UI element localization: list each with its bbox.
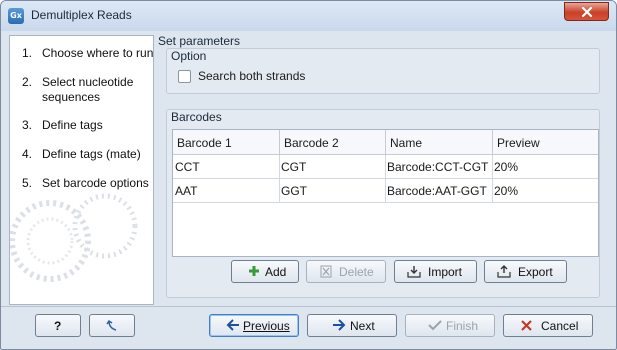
step-label: Choose where to run <box>42 46 154 60</box>
help-button-label: ? <box>54 319 62 333</box>
barcodes-group-title: Barcodes <box>171 110 222 124</box>
close-button[interactable] <box>564 2 609 21</box>
step-label: Define tags <box>42 118 103 132</box>
delete-icon <box>320 265 332 278</box>
settings-panel: Set parameters Option Search both strand… <box>156 32 611 305</box>
barcodes-table: Barcode 1 Barcode 2 Name Preview CCT CGT… <box>172 129 599 257</box>
delete-button[interactable]: Delete <box>306 260 386 283</box>
step-number: 3. <box>22 118 33 132</box>
cell-preview[interactable]: 20% <box>494 160 518 174</box>
previous-button[interactable]: Previous <box>209 314 299 337</box>
arrow-left-icon <box>226 319 239 331</box>
table-row[interactable]: CCT CGT Barcode:CCT-CGT 20% <box>173 155 598 179</box>
close-icon <box>581 7 593 17</box>
table-header: Barcode 1 Barcode 2 Name Preview <box>173 130 598 155</box>
plus-icon <box>249 266 259 276</box>
dialog-content: 1. Choose where to run 2. Select nucleot… <box>6 32 612 306</box>
cancel-button-label: Cancel <box>541 319 579 333</box>
step-number: 2. <box>22 75 33 89</box>
footer-divider <box>1 306 616 307</box>
step-label: Select nucleotide sequences <box>42 75 134 104</box>
delete-button-label: Delete <box>339 265 374 279</box>
export-button[interactable]: Export <box>484 260 567 283</box>
window-title: Demultiplex Reads <box>31 8 132 22</box>
previous-button-label: Previous <box>243 319 290 333</box>
dna-watermark-icon <box>10 193 138 282</box>
table-row[interactable]: AAT GGT Barcode:AAT-GGT 20% <box>173 179 598 203</box>
export-button-label: Export <box>518 265 553 279</box>
undo-icon <box>106 319 117 331</box>
column-header-barcode-1[interactable]: Barcode 1 <box>177 136 232 150</box>
cell-name[interactable]: Barcode:AAT-GGT <box>387 184 487 198</box>
cell-barcode-2[interactable]: CGT <box>281 160 306 174</box>
column-header-name[interactable]: Name <box>390 136 422 150</box>
add-button[interactable]: Add <box>231 260 299 283</box>
import-button[interactable]: Import <box>394 260 477 283</box>
checkmark-icon <box>428 320 442 331</box>
title-bar: Gx Demultiplex Reads <box>1 1 616 31</box>
finish-button[interactable]: Finish <box>405 314 495 337</box>
cancel-icon <box>521 320 532 331</box>
reset-button[interactable] <box>89 314 135 337</box>
import-button-label: Import <box>428 265 463 279</box>
wizard-steps: 1. Choose where to run 2. Select nucleot… <box>9 35 154 305</box>
add-button-label: Add <box>265 265 287 279</box>
help-button[interactable]: ? <box>35 314 81 337</box>
cell-barcode-2[interactable]: GGT <box>281 184 307 198</box>
panel-title: Set parameters <box>158 34 241 48</box>
cell-barcode-1[interactable]: CCT <box>175 160 200 174</box>
import-icon <box>407 266 421 278</box>
next-button-label: Next <box>350 319 375 333</box>
arrow-right-icon <box>333 319 346 331</box>
cell-barcode-1[interactable]: AAT <box>175 184 197 198</box>
app-icon: Gx <box>8 8 24 24</box>
step-number: 4. <box>22 147 33 161</box>
step-label: Define tags (mate) <box>42 147 141 161</box>
cancel-button[interactable]: Cancel <box>503 314 593 337</box>
step-number: 1. <box>22 46 33 60</box>
search-both-strands-label: Search both strands <box>198 69 306 83</box>
option-group-title: Option <box>171 49 207 63</box>
dialog-window: Gx Demultiplex Reads 1. Choose where to … <box>0 0 617 350</box>
column-header-preview[interactable]: Preview <box>497 136 540 150</box>
finish-button-label: Finish <box>446 319 479 333</box>
search-both-strands-checkbox[interactable] <box>178 70 191 83</box>
cell-preview[interactable]: 20% <box>494 184 518 198</box>
next-button[interactable]: Next <box>307 314 397 337</box>
column-header-barcode-2[interactable]: Barcode 2 <box>284 136 339 150</box>
cell-name[interactable]: Barcode:CCT-CGT <box>387 160 488 174</box>
export-icon <box>497 265 511 278</box>
